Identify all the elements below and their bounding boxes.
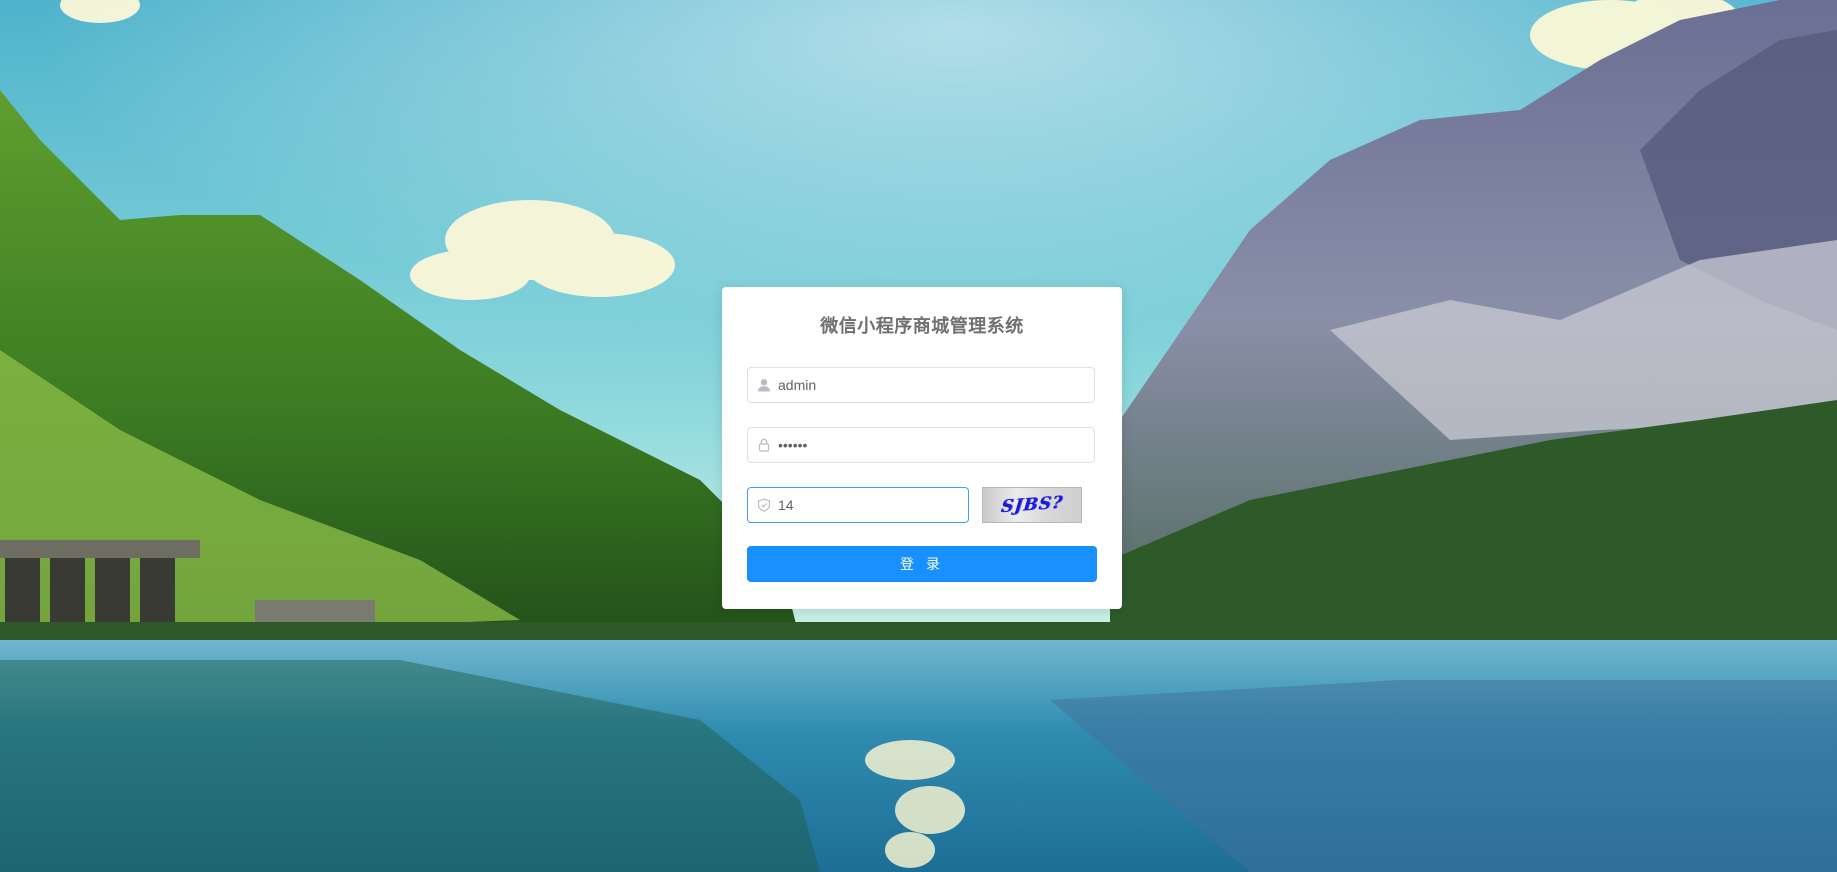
login-button[interactable]: 登 录	[747, 546, 1097, 582]
user-icon	[756, 368, 772, 402]
username-input[interactable]	[778, 368, 1084, 402]
captcha-text: SJBS?	[1000, 492, 1064, 518]
shield-icon	[756, 488, 772, 522]
captcha-input[interactable]	[778, 488, 958, 522]
username-field[interactable]	[747, 367, 1095, 403]
page-title: 微信小程序商城管理系统	[820, 316, 1024, 336]
password-input[interactable]	[778, 428, 1084, 462]
login-card: 微信小程序商城管理系统 SJBS? 登 录	[722, 287, 1122, 609]
password-field[interactable]	[747, 427, 1095, 463]
captcha-image[interactable]: SJBS?	[982, 487, 1082, 523]
lock-icon	[756, 428, 772, 462]
captcha-field[interactable]	[747, 487, 969, 523]
